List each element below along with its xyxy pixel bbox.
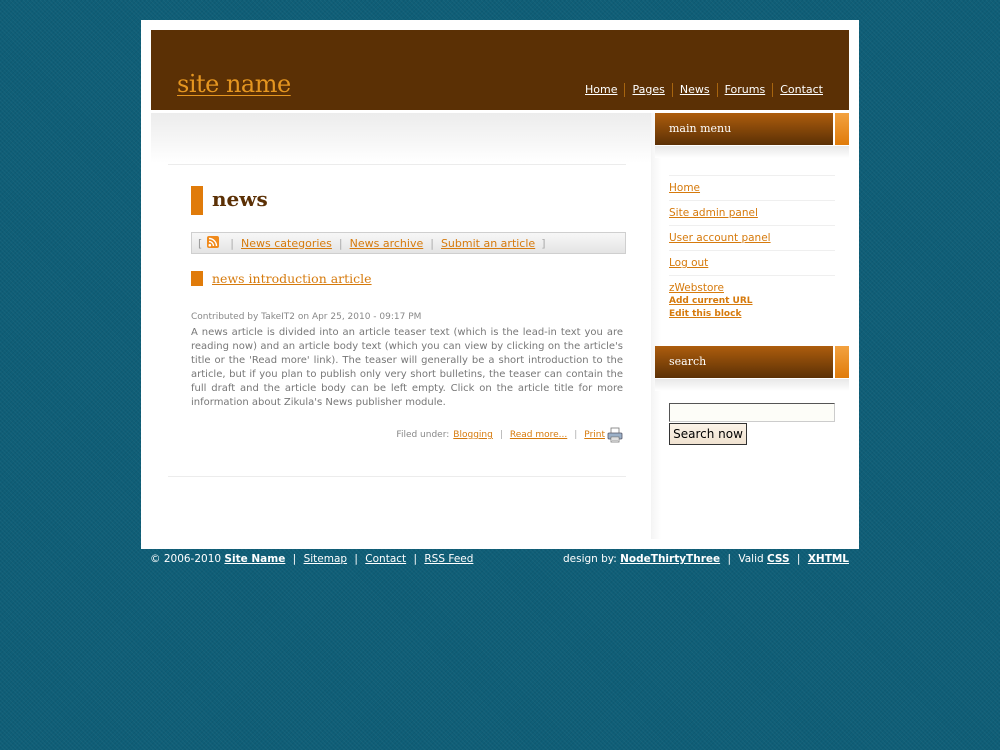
- menu-item: zWebstore: [669, 275, 835, 295]
- footer-contact-link[interactable]: Contact: [365, 553, 406, 565]
- read-more-link[interactable]: Read more...: [510, 430, 567, 440]
- article-title-link[interactable]: news introduction article: [212, 271, 372, 286]
- main-menu: Home Site admin panel User account panel…: [669, 175, 835, 321]
- menu-item-zwebstore[interactable]: zWebstore: [669, 282, 724, 294]
- block-shadow: [655, 379, 849, 391]
- sitemap-link[interactable]: Sitemap: [304, 553, 348, 565]
- nav-home[interactable]: Home: [578, 83, 624, 97]
- top-nav: Home Pages News Forums Contact: [578, 83, 823, 97]
- edit-block-link[interactable]: Edit this block: [669, 309, 741, 319]
- menu-item-user-account[interactable]: User account panel: [669, 232, 771, 244]
- nav-news[interactable]: News: [671, 83, 717, 97]
- menu-item-log-out[interactable]: Log out: [669, 257, 708, 269]
- block-shadow: [655, 146, 849, 158]
- article-marker: [191, 271, 203, 286]
- rss-feed-link[interactable]: RSS Feed: [424, 553, 473, 565]
- valid-label: Valid: [738, 553, 764, 565]
- search-header: search: [655, 346, 849, 378]
- xhtml-link[interactable]: XHTML: [808, 553, 849, 565]
- copyright: © 2006-2010: [150, 553, 222, 565]
- submit-article-link[interactable]: Submit an article: [441, 237, 535, 250]
- divider: [168, 476, 626, 477]
- search-button[interactable]: Search now: [669, 423, 747, 445]
- category-link[interactable]: Blogging: [453, 430, 493, 440]
- designer-link[interactable]: NodeThirtyThree: [620, 553, 720, 565]
- header: site name Home Pages News Forums Contact: [151, 30, 849, 110]
- page-container: site name Home Pages News Forums Contact…: [141, 20, 859, 549]
- footer-right: design by: NodeThirtyThree | Valid CSS |…: [562, 553, 849, 565]
- menu-item: Log out: [669, 250, 835, 275]
- news-linkbar: [ | News categories | News archive | Sub…: [191, 232, 626, 254]
- rss-icon[interactable]: [207, 236, 220, 248]
- article-teaser: A news article is divided into an articl…: [191, 327, 623, 408]
- title-marker: [191, 186, 203, 215]
- main-menu-header: main menu: [655, 113, 849, 145]
- menu-item: Home: [669, 175, 835, 200]
- news-categories-link[interactable]: News categories: [241, 237, 332, 250]
- footer-site-name-link[interactable]: Site Name: [224, 553, 285, 565]
- menu-item-site-admin[interactable]: Site admin panel: [669, 207, 758, 219]
- footer-left: © 2006-2010 Site Name | Sitemap | Contac…: [150, 553, 474, 565]
- print-link[interactable]: Print: [584, 430, 605, 440]
- printer-icon[interactable]: [607, 427, 623, 443]
- article-byline: Contributed by TakeIT2 on Apr 25, 2010 -…: [191, 312, 422, 322]
- divider: [168, 164, 626, 165]
- menu-item-home[interactable]: Home: [669, 182, 700, 194]
- nav-contact[interactable]: Contact: [772, 83, 823, 97]
- page-title: news: [212, 187, 268, 211]
- design-by-label: design by:: [562, 553, 617, 565]
- bracket-close: ]: [541, 236, 546, 250]
- header-tab: [833, 113, 849, 145]
- menu-item: Site admin panel: [669, 200, 835, 225]
- css-link[interactable]: CSS: [767, 553, 790, 565]
- block-admin-links: Add current URL Edit this block: [669, 295, 835, 321]
- content-shadow: [651, 113, 661, 539]
- main-menu-title: main menu: [669, 122, 732, 135]
- main-content: news [ | News categories | News archive …: [151, 113, 661, 539]
- bracket-open: [: [198, 236, 203, 250]
- search-input[interactable]: [669, 403, 835, 422]
- filed-under-label: Filed under:: [396, 430, 450, 440]
- add-current-url-link[interactable]: Add current URL: [669, 296, 753, 306]
- article-meta: Filed under: Blogging | Read more... | P…: [396, 427, 623, 443]
- header-tab: [833, 346, 849, 378]
- search-title: search: [669, 355, 707, 368]
- nav-pages[interactable]: Pages: [624, 83, 671, 97]
- nav-forums[interactable]: Forums: [716, 83, 773, 97]
- news-archive-link[interactable]: News archive: [350, 237, 424, 250]
- menu-item: User account panel: [669, 225, 835, 250]
- site-name-link[interactable]: site name: [177, 70, 291, 98]
